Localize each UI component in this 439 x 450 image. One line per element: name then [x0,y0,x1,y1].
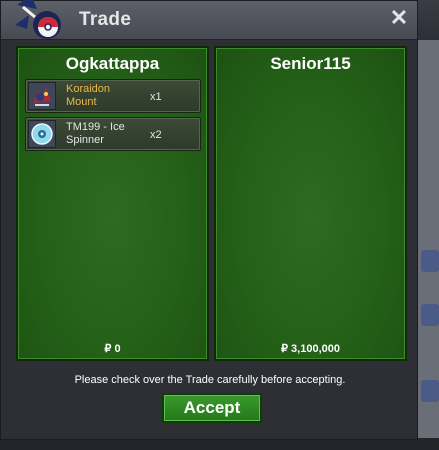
item-name: TM199 - Ice Spinner [66,121,125,146]
trade-item[interactable]: Koraidon Mount x1 [25,79,201,113]
item-name: Koraidon Mount [66,83,111,108]
koraidon-mount-icon [28,82,56,110]
close-icon[interactable]: ✕ [389,7,409,29]
trade-item[interactable]: TM199 - Ice Spinner x2 [25,117,201,151]
window-title: Trade [79,9,132,30]
money-offer-left: ₽ 0 [104,343,121,355]
money-offer-right: ₽ 3,100,000 [281,343,340,355]
trade-window: Trade ✕ Ogkattappa Koraidon Mount x1 TM1… [0,0,418,440]
pokeball-logo-icon [15,0,61,39]
game-background-right [417,40,439,450]
trade-notice: Please check over the Trade carefully be… [74,374,346,386]
accept-button[interactable]: Accept [162,393,262,423]
disc-icon [28,120,56,148]
player-name-right: Senior115 [270,54,351,73]
item-quantity: x2 [150,129,162,141]
title-bar[interactable]: Trade ✕ [1,0,417,40]
trade-panel-left: Ogkattappa Koraidon Mount x1 TM199 - Ice… [16,46,209,361]
player-name-left: Ogkattappa [65,54,160,73]
item-quantity: x1 [150,91,162,103]
trade-panel-right: Senior115 ₽ 3,100,000 [214,46,407,361]
